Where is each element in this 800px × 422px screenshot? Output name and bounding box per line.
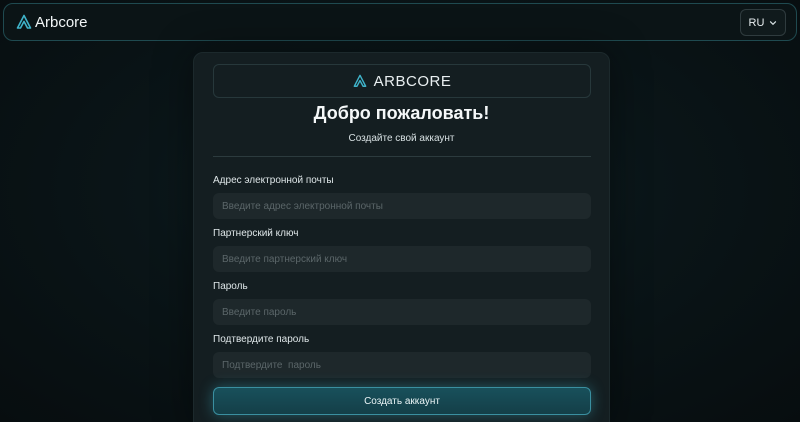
password-field[interactable] [213,299,591,325]
card-brand-name: ARBCORE [373,72,452,90]
partner-key-label: Партнерский ключ [213,228,299,239]
email-label: Адрес электронной почты [213,175,334,186]
password-label: Пароль [213,281,248,292]
arbcore-logo-icon[interactable] [16,14,32,30]
signup-card: ARBCORE Добро пожаловать! Создайте свой … [193,52,610,422]
page-subtitle: Создайте свой аккаунт [348,133,455,144]
confirm-password-field[interactable] [213,352,591,378]
top-navbar: Arbcore RU [3,3,797,41]
card-logo-box: ARBCORE [213,64,591,98]
confirm-password-label: Подтвердите пароль [213,334,310,345]
email-field[interactable] [213,193,591,219]
divider [213,156,591,157]
chevron-down-icon [770,20,777,25]
page-title: Добро пожаловать! [313,103,490,123]
language-selector[interactable]: RU [740,9,786,36]
nav-brand-name[interactable]: Arbcore [35,14,88,32]
create-account-button[interactable]: Создать аккаунт [213,387,591,415]
partner-key-field[interactable] [213,246,591,272]
arbcore-logo-icon [353,74,367,87]
language-code: RU [748,16,765,29]
